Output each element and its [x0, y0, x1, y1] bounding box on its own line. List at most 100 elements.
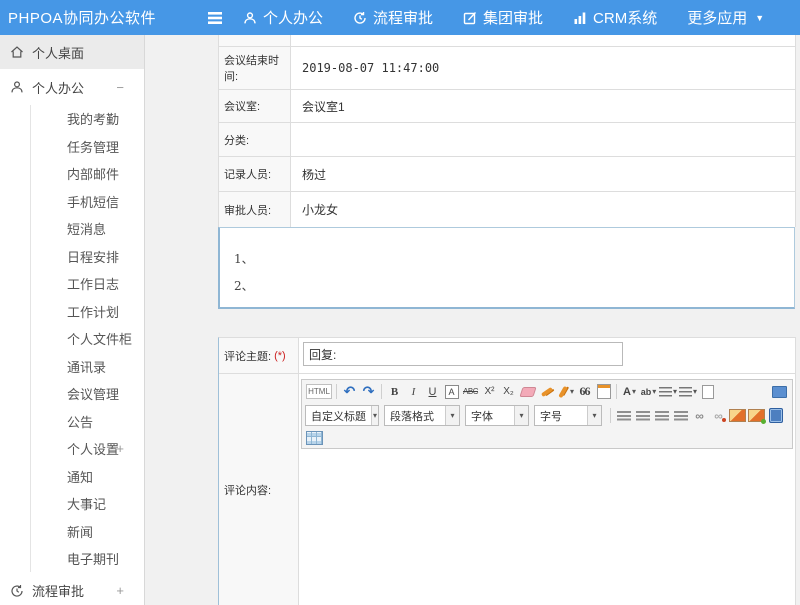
expand-toggle[interactable]: + [116, 441, 124, 456]
sidebar-label: 工作日志 [67, 274, 119, 293]
broom-icon [540, 386, 552, 396]
nav-item-crm-system[interactable]: CRM系统 [558, 0, 672, 35]
blockquote-button[interactable]: 66 [576, 383, 593, 400]
html-source-button[interactable]: HTML [306, 384, 332, 399]
align-left-button[interactable] [615, 407, 632, 424]
sidebar-label: 短消息 [67, 219, 106, 238]
edit-icon [463, 11, 477, 25]
expand-toggle[interactable]: + [116, 583, 124, 598]
collapse-toggle[interactable]: − [116, 80, 124, 95]
table-row-meeting-end-time: 会议结束时间: 2019-08-07 11:47:00 [219, 47, 795, 90]
sidebar-item-personal-office[interactable]: 个人办公 − [0, 69, 144, 105]
sidebar-label: 任务管理 [67, 137, 119, 156]
sidebar-item-task-management[interactable]: 任务管理 [0, 133, 144, 161]
sidebar-item-notice[interactable]: 通知 [0, 463, 144, 491]
upload-image-button[interactable] [748, 407, 765, 424]
align-center-button[interactable] [634, 407, 651, 424]
sidebar-item-mobile-sms[interactable]: 手机短信 [0, 188, 144, 216]
align-justify-button[interactable] [672, 407, 689, 424]
row-label: 会议室: [219, 90, 291, 122]
subscript-button[interactable]: X₂ [500, 383, 517, 400]
font-color-button[interactable]: A▾ [621, 383, 638, 400]
remove-link-button[interactable]: ∞ [710, 407, 727, 424]
top-navbar: PHPOA协同办公软件 个人办公 流程审批 集团审批 [0, 0, 800, 35]
history-clock-icon [353, 11, 367, 25]
caret-down-icon: ▾ [652, 387, 656, 396]
row-label: 审批人员: [219, 192, 291, 227]
sidebar-label: 个人文件柜 [67, 329, 132, 348]
user-icon [10, 80, 24, 94]
sidebar-item-e-journal[interactable]: 电子期刊 [0, 545, 144, 573]
underline-button[interactable]: U [424, 383, 441, 400]
highlight-color-button[interactable]: ab▾ [640, 383, 657, 400]
nav-item-more-apps[interactable]: 更多应用 ▼ [672, 0, 779, 35]
history-clock-icon [10, 584, 24, 598]
align-right-icon [655, 411, 669, 421]
bar-chart-icon [573, 11, 587, 25]
sidebar-item-personal-desktop[interactable]: 个人桌面 [0, 35, 144, 69]
nav-item-workflow-approval[interactable]: 流程审批 [338, 0, 448, 35]
sidebar-item-internal-mail[interactable]: 内部邮件 [0, 160, 144, 188]
strikethrough-button[interactable]: ABC [462, 383, 479, 400]
sidebar-item-work-log[interactable]: 工作日志 [0, 270, 144, 298]
sidebar-item-schedule[interactable]: 日程安排 [0, 243, 144, 271]
sidebar-item-meeting-management[interactable]: 会议管理 [0, 380, 144, 408]
insert-table-button[interactable] [306, 430, 323, 447]
caret-down-icon: ▾ [632, 387, 636, 396]
paragraph-format-dropdown[interactable]: 段落格式▾ [384, 405, 460, 426]
ordered-list-button[interactable]: ▾ [659, 383, 677, 400]
paste-from-word-button[interactable] [595, 383, 612, 400]
sidebar-label: 手机短信 [67, 192, 119, 211]
undo-icon[interactable]: ↶ [341, 383, 358, 400]
app-window: PHPOA协同办公软件 个人办公 流程审批 集团审批 [0, 0, 800, 605]
sidebar-item-personal-files[interactable]: 个人文件柜 [0, 325, 144, 353]
unordered-list-button[interactable]: ▾ [679, 383, 697, 400]
sidebar-item-my-attendance[interactable]: 我的考勤 [0, 105, 144, 133]
insert-link-button[interactable]: ∞ [691, 407, 708, 424]
align-right-button[interactable] [653, 407, 670, 424]
insert-image-button[interactable] [729, 407, 746, 424]
bold-button[interactable]: B [386, 383, 403, 400]
row-value-cell [291, 35, 795, 46]
app-logo: PHPOA协同办公软件 [0, 7, 190, 28]
toolbar-row-2: 自定义标题▾ 段落格式▾ 字体▾ 字号▾ ∞ ∞ [302, 403, 792, 428]
main-content: 会议结束时间: 2019-08-07 11:47:00 会议室: 会议室1 分类… [145, 35, 800, 605]
nav-item-group-approval[interactable]: 集团审批 [448, 0, 558, 35]
char-border-button[interactable]: A [443, 383, 460, 400]
nav-label: CRM系统 [593, 7, 657, 28]
caret-down-icon: ▾ [673, 387, 677, 396]
editor-content-area[interactable] [299, 449, 795, 605]
format-eraser-button[interactable] [519, 383, 536, 400]
font-family-dropdown[interactable]: 字体▾ [465, 405, 529, 426]
sidebar-item-news[interactable]: 新闻 [0, 518, 144, 546]
row-value: 杨过 [291, 157, 795, 191]
comment-form-table: 评论主题: (*) 评论内容: HTML [218, 337, 796, 605]
auto-typeset-button[interactable] [538, 383, 555, 400]
sidebar-label: 流程审批 [32, 581, 84, 600]
sidebar-item-work-plan[interactable]: 工作计划 [0, 298, 144, 326]
comment-subject-input[interactable] [303, 342, 623, 366]
nav-item-personal-office[interactable]: 个人办公 [228, 0, 338, 35]
fullscreen-button[interactable] [771, 383, 788, 400]
sidebar-item-short-message[interactable]: 短消息 [0, 215, 144, 243]
new-page-button[interactable] [699, 383, 716, 400]
custom-heading-dropdown[interactable]: 自定义标题▾ [305, 405, 379, 426]
hamburger-menu-icon[interactable] [202, 11, 228, 25]
dropdown-value: 字体 [466, 408, 498, 424]
table-row-clipped [219, 35, 795, 47]
sidebar-item-workflow-approval[interactable]: 流程审批 + [0, 573, 144, 605]
eraser-icon [519, 387, 536, 397]
font-size-dropdown[interactable]: 字号▾ [534, 405, 602, 426]
sidebar-label: 内部邮件 [67, 164, 119, 183]
caret-down-icon: ▾ [371, 406, 378, 425]
sidebar-item-announcement[interactable]: 公告 [0, 408, 144, 436]
superscript-button[interactable]: X² [481, 383, 498, 400]
redo-icon[interactable]: ↷ [360, 383, 377, 400]
table-row-category: 分类: [219, 123, 795, 157]
format-painter-button[interactable]: ▾ [557, 383, 574, 400]
sidebar-item-contacts[interactable]: 通讯录 [0, 353, 144, 381]
italic-button[interactable]: I [405, 383, 422, 400]
sidebar-item-major-events[interactable]: 大事记 [0, 490, 144, 518]
sidebar-item-personal-settings[interactable]: 个人设置+ [0, 435, 144, 463]
insert-media-button[interactable] [767, 407, 784, 424]
